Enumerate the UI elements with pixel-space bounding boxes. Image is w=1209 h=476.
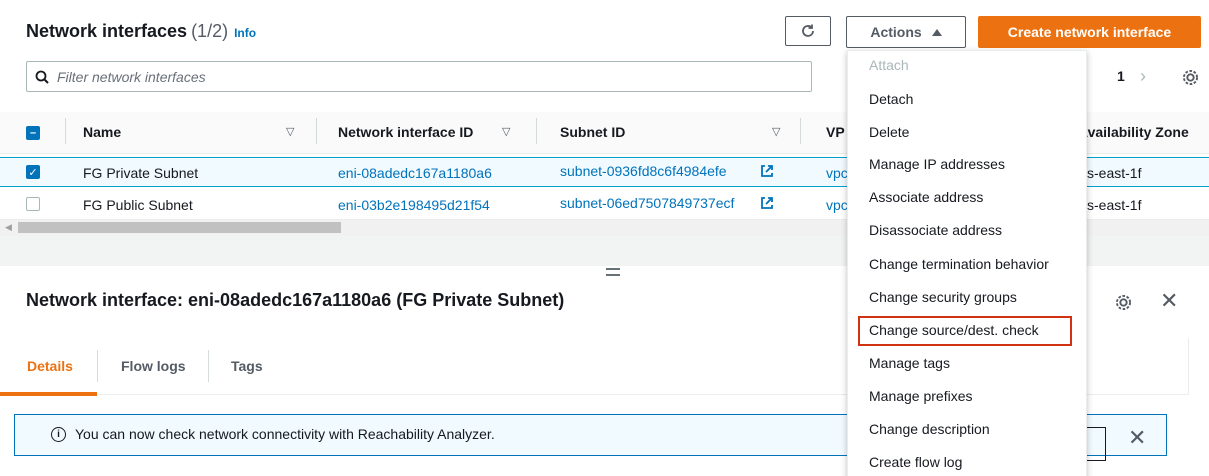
highlight-box: [858, 316, 1072, 346]
tab-divider: [208, 350, 209, 382]
gear-icon[interactable]: [1182, 69, 1199, 86]
row-eni-link[interactable]: eni-08adedc167a1180a6: [338, 165, 492, 181]
refresh-icon: [802, 24, 814, 37]
column-header-vpc[interactable]: VP: [826, 124, 845, 140]
info-icon: i: [51, 427, 66, 442]
row-name: FG Public Subnet: [83, 197, 193, 213]
active-tab-indicator: [0, 392, 97, 396]
row-checkbox[interactable]: ✓: [26, 165, 40, 179]
chevron-right-icon[interactable]: ›: [1140, 66, 1146, 87]
external-link-icon[interactable]: [760, 196, 774, 210]
tab-details[interactable]: Details: [27, 358, 73, 374]
row-az: s-east-1f: [1087, 165, 1142, 181]
tab-flow-logs[interactable]: Flow logs: [121, 358, 186, 374]
sort-icon[interactable]: ▽: [772, 125, 780, 138]
drag-handle-icon[interactable]: [606, 268, 620, 276]
menu-item-attach[interactable]: Attach: [869, 57, 909, 73]
column-header-eni[interactable]: Network interface ID: [338, 124, 473, 140]
column-divider: [536, 118, 537, 144]
select-all-checkbox[interactable]: –: [26, 126, 40, 140]
menu-item-change-termination-behavior[interactable]: Change termination behavior: [869, 256, 1049, 272]
column-divider: [316, 118, 317, 144]
refresh-button[interactable]: [785, 16, 831, 46]
caret-up-icon: [931, 29, 942, 36]
menu-item-manage-prefixes[interactable]: Manage prefixes: [869, 388, 973, 404]
row-az: s-east-1f: [1087, 197, 1142, 213]
scroll-left-icon[interactable]: ◀: [5, 222, 12, 233]
tab-divider: [97, 350, 98, 382]
menu-item-associate-address[interactable]: Associate address: [869, 189, 983, 205]
column-divider: [800, 118, 801, 144]
row-subnet-link[interactable]: subnet-06ed7507849737ecf: [560, 195, 734, 211]
row-name: FG Private Subnet: [83, 165, 199, 181]
filter-placeholder: Filter network interfaces: [57, 68, 206, 85]
tab-tags[interactable]: Tags: [231, 358, 263, 374]
scrollbar-thumb[interactable]: [18, 222, 341, 233]
sort-icon[interactable]: ▽: [502, 125, 510, 138]
external-link-icon[interactable]: [760, 164, 774, 178]
selection-count: (1/2): [191, 21, 229, 41]
menu-item-change-description[interactable]: Change description: [869, 421, 990, 437]
column-divider: [65, 118, 66, 144]
detail-title: Network interface: eni-08adedc167a1180a6…: [26, 290, 565, 310]
row-subnet-link[interactable]: subnet-0936fd8c6f4984efe: [560, 163, 727, 179]
row-checkbox[interactable]: [26, 197, 40, 211]
current-page[interactable]: 1: [1117, 68, 1125, 84]
sort-icon[interactable]: ▽: [286, 125, 294, 138]
menu-item-manage-ip-addresses[interactable]: Manage IP addresses: [869, 156, 1005, 172]
actions-label: Actions: [870, 24, 922, 40]
menu-item-disassociate-address[interactable]: Disassociate address: [869, 222, 1002, 238]
page-title: Network interfaces (1/2) Info: [26, 21, 256, 42]
row-vpc-link[interactable]: vpc: [826, 197, 848, 213]
create-network-interface-button[interactable]: Create network interface: [978, 16, 1201, 48]
column-header-subnet[interactable]: Subnet ID: [560, 124, 625, 140]
close-icon[interactable]: ✕: [1128, 425, 1146, 451]
page-title-text: Network interfaces: [26, 21, 188, 41]
menu-item-delete[interactable]: Delete: [869, 124, 909, 140]
column-header-az[interactable]: Availability Zone: [1078, 124, 1189, 140]
info-link[interactable]: Info: [234, 26, 256, 40]
actions-button[interactable]: Actions: [846, 16, 966, 48]
row-eni-link[interactable]: eni-03b2e198495d21f54: [338, 197, 490, 213]
flash-message: You can now check network connectivity w…: [75, 426, 495, 442]
menu-item-create-flow-log[interactable]: Create flow log: [869, 454, 962, 470]
column-header-name[interactable]: Name: [83, 124, 121, 140]
menu-item-change-security-groups[interactable]: Change security groups: [869, 289, 1017, 305]
filter-input[interactable]: Filter network interfaces: [26, 61, 812, 92]
search-icon: [35, 70, 49, 84]
gear-icon[interactable]: [1115, 294, 1132, 311]
menu-item-manage-tags[interactable]: Manage tags: [869, 355, 950, 371]
menu-item-detach[interactable]: Detach: [869, 91, 913, 107]
close-icon[interactable]: ✕: [1160, 288, 1178, 314]
row-vpc-link[interactable]: vpc: [826, 165, 848, 181]
